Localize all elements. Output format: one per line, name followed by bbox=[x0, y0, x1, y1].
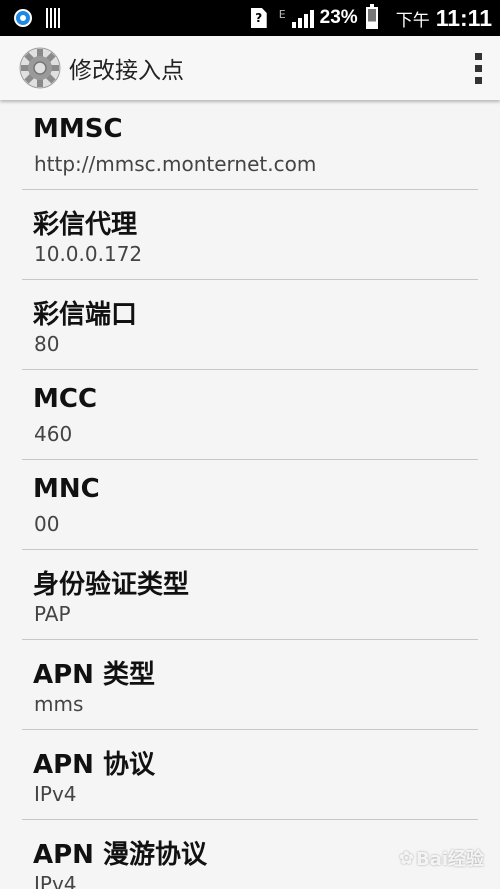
list-item-apn-type[interactable]: APN 类型 mms bbox=[22, 640, 478, 730]
list-item-mms-port[interactable]: 彩信端口 80 bbox=[22, 280, 478, 370]
item-label: MCC bbox=[33, 384, 98, 414]
list-item-mms-proxy[interactable]: 彩信代理 10.0.0.172 bbox=[22, 190, 478, 280]
item-value: 00 bbox=[34, 512, 60, 536]
list-item-mmsc[interactable]: MMSC http://mmsc.monternet.com bbox=[22, 100, 478, 190]
signal-strength-icon bbox=[291, 8, 314, 28]
item-value: http://mmsc.monternet.com bbox=[34, 152, 317, 176]
item-label: 彩信端口 bbox=[33, 300, 138, 330]
item-label: APN 类型 bbox=[33, 660, 155, 690]
item-value: IPv4 bbox=[34, 782, 77, 806]
battery-percent: 23% bbox=[319, 7, 358, 28]
barcode-notification-icon bbox=[46, 8, 62, 28]
apn-settings-list: MMSC http://mmsc.monternet.com 彩信代理 10.0… bbox=[0, 100, 500, 889]
network-type-indicator: E bbox=[278, 7, 286, 21]
paw-icon: ✿ bbox=[398, 847, 414, 869]
status-bar-system: ? E 23% 下午 11:11 bbox=[250, 4, 492, 32]
list-item-auth-type[interactable]: 身份验证类型 PAP bbox=[22, 550, 478, 640]
item-label: 身份验证类型 bbox=[33, 570, 190, 600]
item-value: PAP bbox=[34, 602, 71, 626]
list-item-mnc[interactable]: MNC 00 bbox=[22, 460, 478, 550]
battery-icon bbox=[365, 4, 378, 29]
watermark: ✿ Bai经验 bbox=[399, 845, 484, 871]
item-label: APN 漫游协议 bbox=[33, 840, 207, 870]
gear-icon[interactable] bbox=[18, 46, 62, 90]
item-label: MNC bbox=[33, 474, 100, 504]
clock: 11:11 bbox=[435, 4, 492, 31]
item-label: 彩信代理 bbox=[33, 210, 138, 240]
sim-card-icon: ? bbox=[250, 8, 267, 28]
time-period: 下午 bbox=[395, 10, 430, 31]
list-item-mcc[interactable]: MCC 460 bbox=[22, 370, 478, 460]
app-notification-icon bbox=[14, 9, 32, 27]
action-bar: 修改接入点 bbox=[0, 36, 500, 100]
item-value: 80 bbox=[34, 332, 60, 356]
item-value: mms bbox=[34, 692, 84, 716]
item-value: 460 bbox=[34, 422, 73, 446]
page-title: 修改接入点 bbox=[69, 58, 184, 84]
item-label: APN 协议 bbox=[33, 750, 155, 780]
item-value: 10.0.0.172 bbox=[34, 242, 143, 266]
status-bar: ? E 23% 下午 11:11 bbox=[0, 0, 500, 36]
item-value: IPv4 bbox=[34, 872, 77, 889]
status-bar-notifications bbox=[14, 8, 62, 28]
item-label: MMSC bbox=[33, 114, 123, 144]
overflow-menu-icon[interactable] bbox=[458, 43, 498, 93]
watermark-text: Bai经验 bbox=[415, 849, 484, 870]
list-item-apn-protocol[interactable]: APN 协议 IPv4 bbox=[22, 730, 478, 820]
